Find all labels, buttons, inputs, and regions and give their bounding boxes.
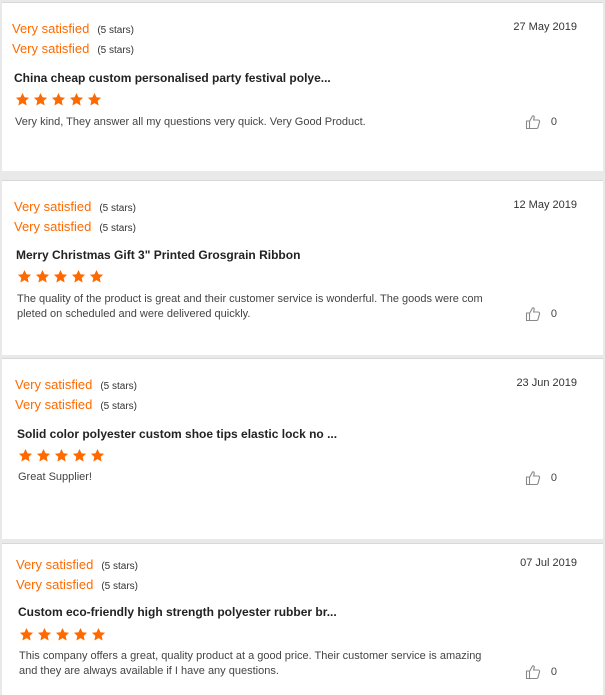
like-button[interactable]: 0 <box>525 114 557 130</box>
rating-summary: Very satisfied (5 stars) <box>14 199 136 214</box>
review-date: 27 May 2019 <box>513 21 577 33</box>
thumbs-up-icon <box>525 115 540 130</box>
rating-label: Very satisfied <box>16 557 94 572</box>
star-rating <box>19 627 106 642</box>
star-icon <box>71 269 86 283</box>
rating-label: Very satisfied <box>14 219 92 234</box>
star-icon <box>91 627 106 641</box>
rating-summary: Very satisfied (5 stars) <box>15 397 137 412</box>
rating-summary: Very satisfied (5 stars) <box>12 21 134 36</box>
like-button[interactable]: 0 <box>525 306 557 322</box>
rating-level: (5 stars) <box>97 25 134 36</box>
rating-level: (5 stars) <box>97 45 134 56</box>
like-count: 0 <box>550 472 557 484</box>
star-icon <box>18 448 33 462</box>
thumbs-up-icon <box>525 471 540 486</box>
like-count: 0 <box>550 666 557 678</box>
review-date: 07 Jul 2019 <box>520 557 577 569</box>
rating-label: Very satisfied <box>15 377 93 392</box>
rating-level: (5 stars) <box>101 581 138 592</box>
rating-level: (5 stars) <box>100 381 137 392</box>
star-rating <box>17 269 104 284</box>
star-rating <box>15 92 102 107</box>
star-icon <box>73 627 88 641</box>
star-icon <box>87 92 102 106</box>
star-icon <box>15 92 30 106</box>
rating-level: (5 stars) <box>101 561 138 572</box>
star-icon <box>54 448 69 462</box>
star-icon <box>19 627 34 641</box>
star-icon <box>37 627 52 641</box>
rating-label: Very satisfied <box>16 577 94 592</box>
rating-level: (5 stars) <box>100 401 137 412</box>
thumbs-up-icon <box>525 307 540 322</box>
like-button[interactable]: 0 <box>525 664 557 680</box>
rating-summary: Very satisfied (5 stars) <box>14 219 136 234</box>
star-icon <box>89 269 104 283</box>
star-icon <box>53 269 68 283</box>
review-comment: Very kind, They answer all my questions … <box>15 116 366 128</box>
rating-level: (5 stars) <box>99 203 136 214</box>
review-comment: This company offers a great, quality pro… <box>19 650 482 677</box>
star-icon <box>36 448 51 462</box>
star-icon <box>69 92 84 106</box>
rating-summary: Very satisfied (5 stars) <box>16 577 138 592</box>
star-icon <box>55 627 70 641</box>
rating-summary: Very satisfied (5 stars) <box>12 41 134 56</box>
product-title-link[interactable]: China cheap custom personalised party fe… <box>14 71 331 85</box>
like-count: 0 <box>550 116 557 128</box>
rating-summary: Very satisfied (5 stars) <box>15 377 137 392</box>
star-icon <box>35 269 50 283</box>
review-date: 12 May 2019 <box>513 199 577 211</box>
rating-label: Very satisfied <box>15 397 93 412</box>
star-icon <box>51 92 66 106</box>
product-title-link[interactable]: Solid color polyester custom shoe tips e… <box>17 427 337 441</box>
star-icon <box>17 269 32 283</box>
star-rating <box>18 448 105 463</box>
product-title-link[interactable]: Merry Christmas Gift 3" Printed Grosgrai… <box>16 248 300 262</box>
rating-level: (5 stars) <box>99 223 136 234</box>
rating-label: Very satisfied <box>12 41 90 56</box>
review-card: Very satisfied (5 stars) Very satisfied (5… <box>2 180 603 355</box>
star-icon <box>90 448 105 462</box>
review-comment: Great Supplier! <box>18 471 92 483</box>
rating-summary: Very satisfied (5 stars) <box>16 557 138 572</box>
review-card: Very satisfied (5 stars) Very satisfied (5… <box>2 358 603 539</box>
thumbs-up-icon <box>525 665 540 680</box>
product-title-link[interactable]: Custom eco-friendly high strength polyes… <box>18 605 337 619</box>
rating-label: Very satisfied <box>12 21 90 36</box>
review-card: Very satisfied (5 stars) Very satisfied (5… <box>2 543 603 695</box>
like-button[interactable]: 0 <box>525 470 557 486</box>
review-date: 23 Jun 2019 <box>516 377 577 389</box>
star-icon <box>33 92 48 106</box>
review-comment: The quality of the product is great and … <box>17 293 483 320</box>
rating-label: Very satisfied <box>14 199 92 214</box>
star-icon <box>72 448 87 462</box>
review-card: Very satisfied (5 stars) Very satisfied (5… <box>2 2 603 171</box>
like-count: 0 <box>550 308 557 320</box>
